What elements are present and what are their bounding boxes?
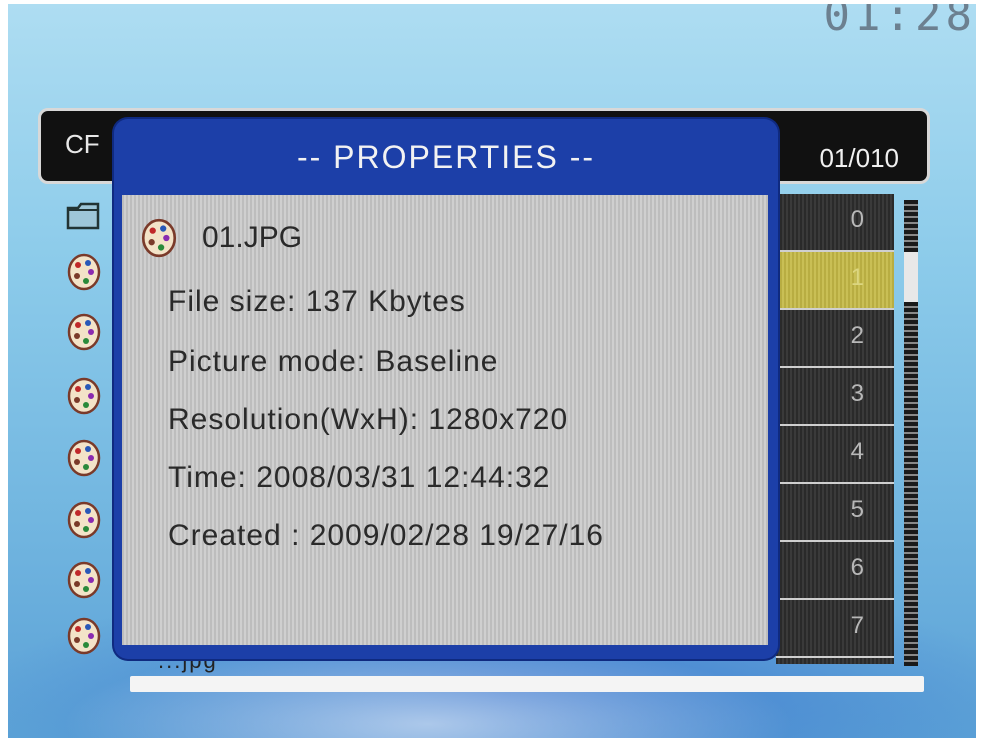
palette-image-icon[interactable] [64,560,104,600]
thumbnail-row[interactable]: 4 [776,426,894,484]
palette-image-icon[interactable] [64,376,104,416]
palette-image-icon[interactable] [64,312,104,352]
palette-image-icon[interactable] [64,252,104,292]
palette-image-icon[interactable] [64,500,104,540]
dialog-body: 01.JPG File size: 137 Kbytes Picture mod… [122,195,768,645]
thumbnail-number: 1 [850,264,864,291]
thumbnail-row[interactable]: 5 [776,484,894,542]
created-line: Created : 2009/02/28 19/27/16 [168,519,604,552]
picture-mode-line: Picture mode: Baseline [168,345,499,378]
thumbnail-number: 0 [850,206,864,233]
device-label[interactable]: CF [65,129,100,160]
thumbnail-number: 2 [850,322,864,349]
page-counter: 01/010 [819,143,899,173]
properties-dialog: -- PROPERTIES -- 01.JPG File size: 137 K… [114,119,778,659]
thumbnail-number: 5 [850,496,864,523]
thumbnail-row[interactable]: 7 [776,600,894,658]
thumbnail-number: 7 [850,612,864,639]
time-line: Time: 2008/03/31 12:44:32 [168,461,551,494]
folder-icon[interactable] [64,196,104,236]
palette-image-icon[interactable] [64,438,104,478]
thumbnail-row[interactable]: 0 [776,194,894,252]
thumbnail-number: 3 [850,380,864,407]
thumbnail-row-selected[interactable]: 1 [776,252,894,310]
resolution-line: Resolution(WxH): 1280x720 [168,403,569,436]
bottom-status-bar [130,676,924,692]
thumbnail-number: 6 [850,554,864,581]
thumbnail-row[interactable]: 3 [776,368,894,426]
palette-image-icon [138,217,180,264]
scrollbar[interactable] [904,200,918,666]
thumbnail-column: 0 1 2 3 4 5 6 7 [776,194,894,664]
thumbnail-number: 4 [850,438,864,465]
dialog-title: -- PROPERTIES -- [296,139,596,175]
palette-image-icon[interactable] [64,616,104,656]
screen: 01:28 CF 01/010 0 1 2 3 4 5 6 7 ...jpg -… [8,4,976,738]
scrollbar-thumb[interactable] [904,252,918,302]
file-size-line: File size: 137 Kbytes [168,285,466,318]
file-name: 01.JPG [202,221,303,254]
thumbnail-row[interactable]: 6 [776,542,894,600]
clock-display: 01:28 [823,4,976,41]
thumbnail-row[interactable]: 2 [776,310,894,368]
